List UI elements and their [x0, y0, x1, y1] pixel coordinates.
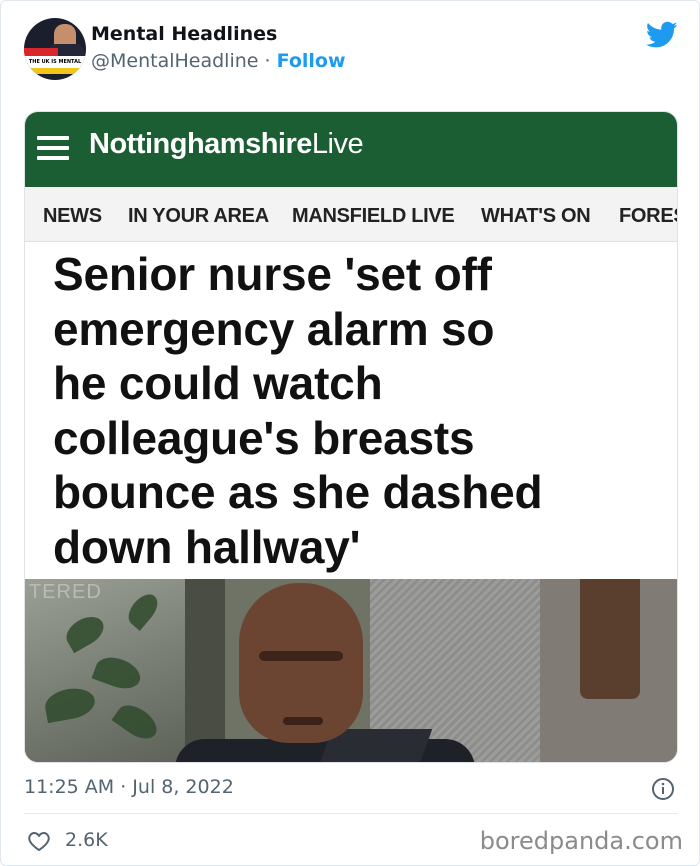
site-nav-item: NEWS [43, 205, 102, 227]
footer-divider [24, 813, 678, 814]
tweet-card: THE UK IS MENTAL Mental Headlines @Menta… [0, 0, 700, 866]
article-photo: TERED [25, 579, 677, 762]
headline-line: he could watch [53, 357, 383, 409]
handle-separator: · [264, 50, 271, 72]
site-logo: NottinghamshireLive [89, 128, 364, 160]
headline-line: Senior nurse 'set off [53, 248, 492, 300]
headline-line: colleague's breasts [53, 411, 475, 464]
site-nav-item: WHAT'S ON [481, 205, 591, 227]
headline-line: down hallway' [53, 520, 361, 573]
info-icon[interactable] [651, 777, 675, 801]
follow-button[interactable]: Follow [277, 50, 346, 72]
photo-sign-text: TERED [29, 581, 102, 603]
author-avatar[interactable]: THE UK IS MENTAL [24, 18, 86, 80]
site-nav-item: IN YOUR AREA [128, 205, 269, 227]
site-header-bar: NottinghamshireLive [25, 112, 677, 187]
embedded-article-image[interactable]: NottinghamshireLive NEWS IN YOUR AREA MA… [24, 111, 678, 763]
author-display-name[interactable]: Mental Headlines [91, 23, 277, 45]
twitter-bird-icon[interactable] [646, 21, 678, 49]
site-nav: NEWS IN YOUR AREA MANSFIELD LIVE WHAT'S … [25, 187, 677, 242]
site-nav-item: MANSFIELD LIVE [292, 205, 455, 227]
site-nav-item: FORES [619, 205, 677, 227]
headline-line: emergency alarm so [53, 302, 495, 355]
heart-icon[interactable] [27, 830, 51, 852]
hamburger-icon [37, 136, 69, 162]
tweet-timestamp[interactable]: 11:25 AM · Jul 8, 2022 [24, 776, 234, 798]
like-count: 2.6K [65, 829, 108, 851]
avatar-caption: THE UK IS MENTAL [28, 59, 82, 65]
boredpanda-watermark: boredpanda.com [479, 827, 683, 855]
author-handle-line: @MentalHeadline · Follow [91, 50, 346, 72]
article-headline: Senior nurse 'set off emergency alarm so… [53, 247, 673, 574]
author-handle[interactable]: @MentalHeadline [91, 50, 258, 72]
headline-line: bounce as she dashed [53, 466, 543, 518]
